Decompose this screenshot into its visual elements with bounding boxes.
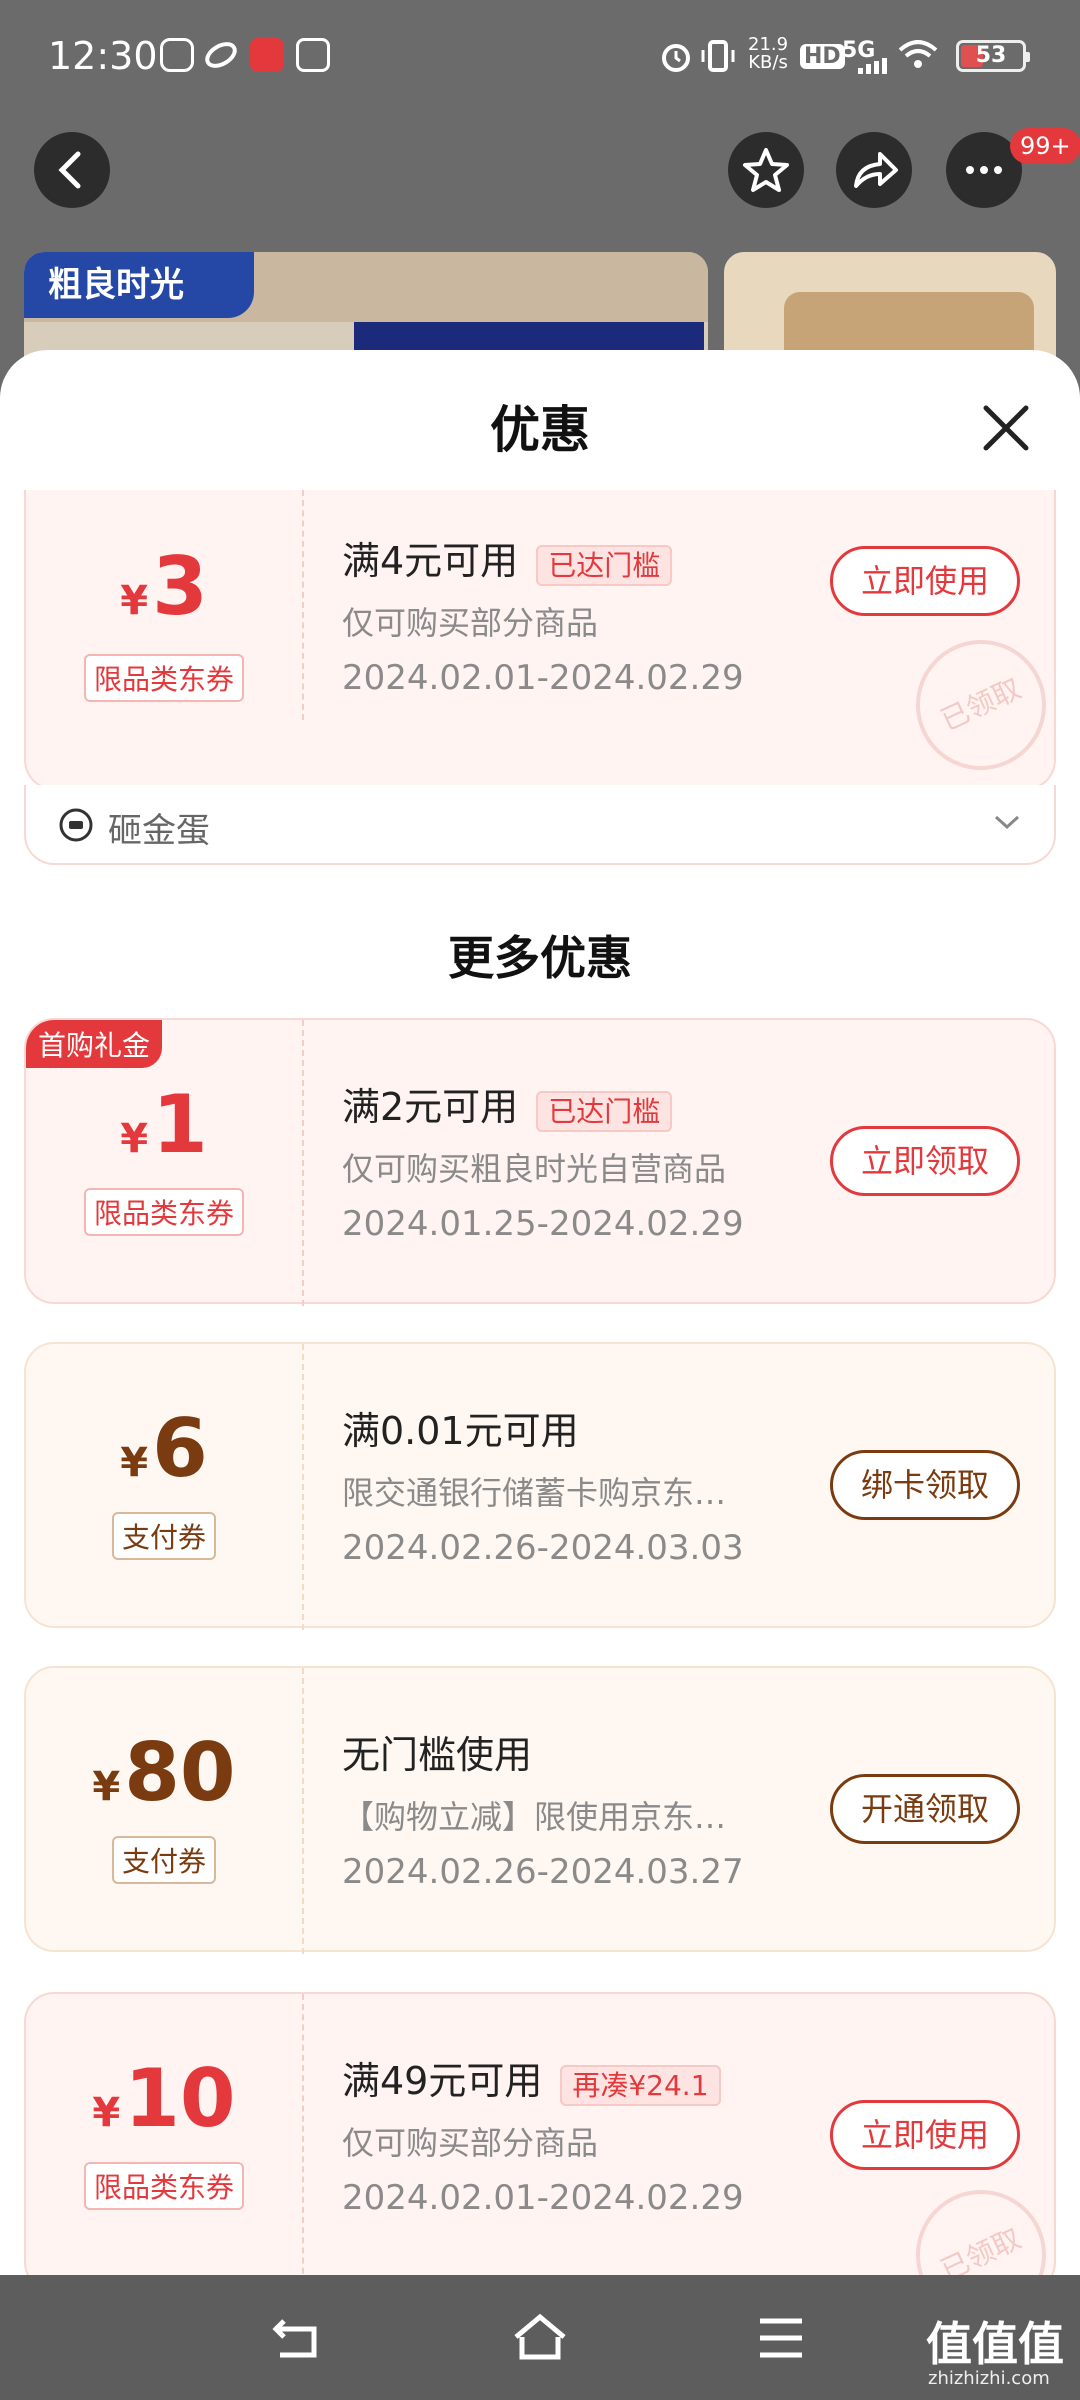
play-app-icon <box>160 38 194 72</box>
close-icon <box>983 405 1029 451</box>
status-time: 12:30 <box>48 34 158 78</box>
coupon-amount: ¥6 <box>120 1402 208 1495</box>
close-button[interactable] <box>976 398 1036 458</box>
share-icon <box>854 152 898 188</box>
coupon-card: ¥80 支付券 无门槛使用 【购物立减】限使用京东… 2024.02.26-20… <box>24 1666 1056 1954</box>
menu-icon <box>760 2318 802 2358</box>
product-image-main: 粗良时光 <box>24 252 708 362</box>
coupon-amount: ¥80 <box>92 1726 236 1819</box>
coupon-desc: 仅可购买部分商品 <box>342 2124 599 2162</box>
card-app-icon <box>296 38 330 72</box>
favorite-button[interactable] <box>728 132 804 208</box>
status-bar: 12:30 21.9 KB/s HD 5G 53 <box>0 0 1080 120</box>
back-arrow-icon <box>58 151 81 189</box>
coupon-type: 支付券 <box>26 1836 302 1884</box>
system-nav-bar <box>0 2275 1080 2400</box>
coupon-type: 限品类东券 <box>26 654 302 702</box>
activate-claim-button[interactable]: 开通领取 <box>830 1774 1020 1844</box>
use-now-button[interactable]: 立即使用 <box>830 546 1020 616</box>
signal-bars-icon <box>858 58 888 78</box>
nav-home-button[interactable] <box>510 2311 570 2369</box>
coupon-type: 限品类东券 <box>26 2162 302 2210</box>
battery-icon: 53 <box>956 40 1030 72</box>
link-app-icon <box>204 38 238 72</box>
nav-menu-button[interactable] <box>756 2315 806 2365</box>
coupon-card: 首购礼金 ¥1 限品类东券 满2元可用 已达门槛 仅可购买粗良时光自营商品 202… <box>24 1018 1056 1306</box>
home-icon <box>514 2313 566 2360</box>
threshold-tag: 已达门槛 <box>536 544 673 586</box>
star-icon <box>743 148 789 192</box>
brand-logo: 粗良时光 <box>24 252 254 318</box>
coupon-desc: 【购物立减】限使用京东… <box>342 1798 727 1836</box>
claimed-stamp: 已领取 <box>894 2168 1068 2275</box>
coupon-condition: 满0.01元可用 <box>342 1409 579 1453</box>
wifi-icon <box>898 40 938 74</box>
coupon-desc: 仅可购买粗良时光自营商品 <box>342 1150 727 1188</box>
coupon-desc: 限交通银行储蓄卡购京东… <box>342 1474 727 1512</box>
coupon-date: 2024.02.26-2024.03.27 <box>342 1852 744 1892</box>
sheet-title: 优惠 <box>490 401 590 459</box>
chevron-down-icon <box>992 813 1022 837</box>
coupon-condition: 满49元可用 再凑¥24.1 <box>342 2050 721 2106</box>
coupon-amount: ¥10 <box>92 2052 236 2145</box>
egg-icon <box>58 807 94 847</box>
coupon-date: 2024.02.01-2024.02.29 <box>342 2178 744 2218</box>
watermark-url: zhizhizhi.com <box>928 2368 1050 2389</box>
remaining-tag: 再凑¥24.1 <box>560 2064 721 2106</box>
coupon-card: ¥10 限品类东券 满49元可用 再凑¥24.1 仅可购买部分商品 2024.02… <box>24 1992 1068 2275</box>
coupon-desc: 仅可购买部分商品 <box>342 604 599 642</box>
coupon-card: ¥3 限品类东券 满4元可用 已达门槛 仅可购买部分商品 2024.02.01-2… <box>24 490 1068 792</box>
coupon-condition: 无门槛使用 <box>342 1733 533 1777</box>
bind-card-claim-button[interactable]: 绑卡领取 <box>830 1450 1020 1520</box>
claimed-stamp: 已领取 <box>894 618 1068 792</box>
coupon-date: 2024.02.26-2024.03.03 <box>342 1528 744 1568</box>
first-purchase-badge: 首购礼金 <box>26 1020 163 1068</box>
hd-icon: HD <box>800 44 845 69</box>
back-icon <box>272 2319 317 2358</box>
coupon-sheet: 优惠 ¥3 限品类东券 满4元可用 已达门槛 仅可购买部分商品 2024.02.0… <box>0 350 1080 2275</box>
claim-now-button[interactable]: 立即领取 <box>830 1126 1020 1196</box>
coupon-amount: ¥3 <box>120 540 208 633</box>
coupon-type: 限品类东券 <box>26 1188 302 1236</box>
coupon-date: 2024.01.25-2024.02.29 <box>342 1204 744 1244</box>
sub-item-label: 砸金蛋 <box>108 811 210 851</box>
threshold-tag: 已达门槛 <box>536 1090 673 1132</box>
back-button[interactable] <box>34 132 110 208</box>
net-speed: 21.9 KB/s <box>748 34 789 73</box>
coupon-date: 2024.02.01-2024.02.29 <box>342 658 744 698</box>
coupon-amount: ¥1 <box>120 1078 208 1171</box>
coupon-card: ¥6 支付券 满0.01元可用 限交通银行储蓄卡购京东… 2024.02.26-… <box>24 1342 1056 1630</box>
product-image-thumb <box>724 252 1056 362</box>
vibrate-icon <box>700 38 736 78</box>
coupon-condition: 满4元可用 已达门槛 <box>342 530 673 586</box>
coupon-condition: 满2元可用 已达门槛 <box>342 1076 673 1132</box>
share-button[interactable] <box>836 132 912 208</box>
sub-item-row[interactable]: 砸金蛋 <box>24 785 1056 865</box>
coupon-type: 支付券 <box>26 1512 302 1560</box>
nav-back-button[interactable] <box>270 2313 324 2367</box>
alarm-icon <box>660 40 692 76</box>
more-badge: 99+ <box>1010 128 1080 164</box>
watermark-logo: 值值值 <box>926 2317 1064 2371</box>
red-app-icon <box>250 38 284 72</box>
more-title: 更多优惠 <box>448 931 632 985</box>
use-now-button[interactable]: 立即使用 <box>830 2100 1020 2170</box>
